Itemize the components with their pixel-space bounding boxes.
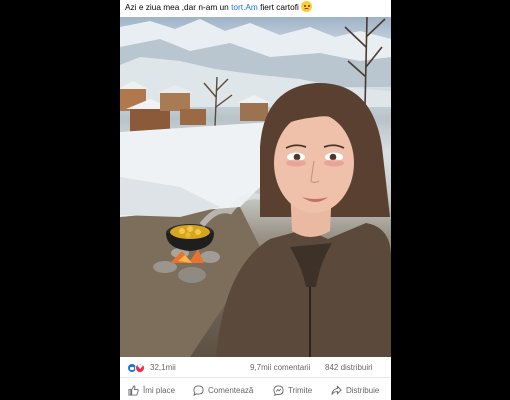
share-button[interactable]: Distribuie [331,383,379,397]
send-label: Trimite [288,385,313,395]
caption-text: Azi e ziua mea ,dar n-am un [125,2,232,12]
like-button[interactable]: Îmi place [128,383,175,397]
post-caption: Azi e ziua mea ,dar n-am un tort.Am fier… [120,0,391,17]
love-reaction-icon [135,363,145,373]
sad-face-emoji-icon [300,1,312,12]
post-actions: Îmi place Comentează Trimite Distribuie [120,379,391,400]
reaction-count[interactable]: 32,1mii [150,362,176,373]
caption-text-end: fiert cartofi [257,2,299,12]
share-arrow-icon [331,384,342,395]
send-button[interactable]: Trimite [273,383,312,397]
share-label: Distribuie [346,385,380,395]
post-photo[interactable] [120,17,391,357]
comment-bubble-icon [193,384,204,396]
comment-button[interactable]: Comentează [193,383,253,397]
caption-hashtag-link[interactable]: tort.Am [231,2,258,12]
messenger-send-icon [273,384,284,396]
shares-count[interactable]: 842 distribuiri [325,362,373,373]
photo-scene [120,17,391,357]
like-label: Îmi place [143,385,176,395]
post-stats: 32,1mii 9,7mii comentarii 842 distribuir… [120,357,391,378]
comments-count[interactable]: 9,7mii comentarii [250,362,310,373]
thumbs-up-icon [128,384,139,396]
facebook-post: Azi e ziua mea ,dar n-am un tort.Am fier… [120,0,391,400]
comment-label: Comentează [208,385,254,395]
